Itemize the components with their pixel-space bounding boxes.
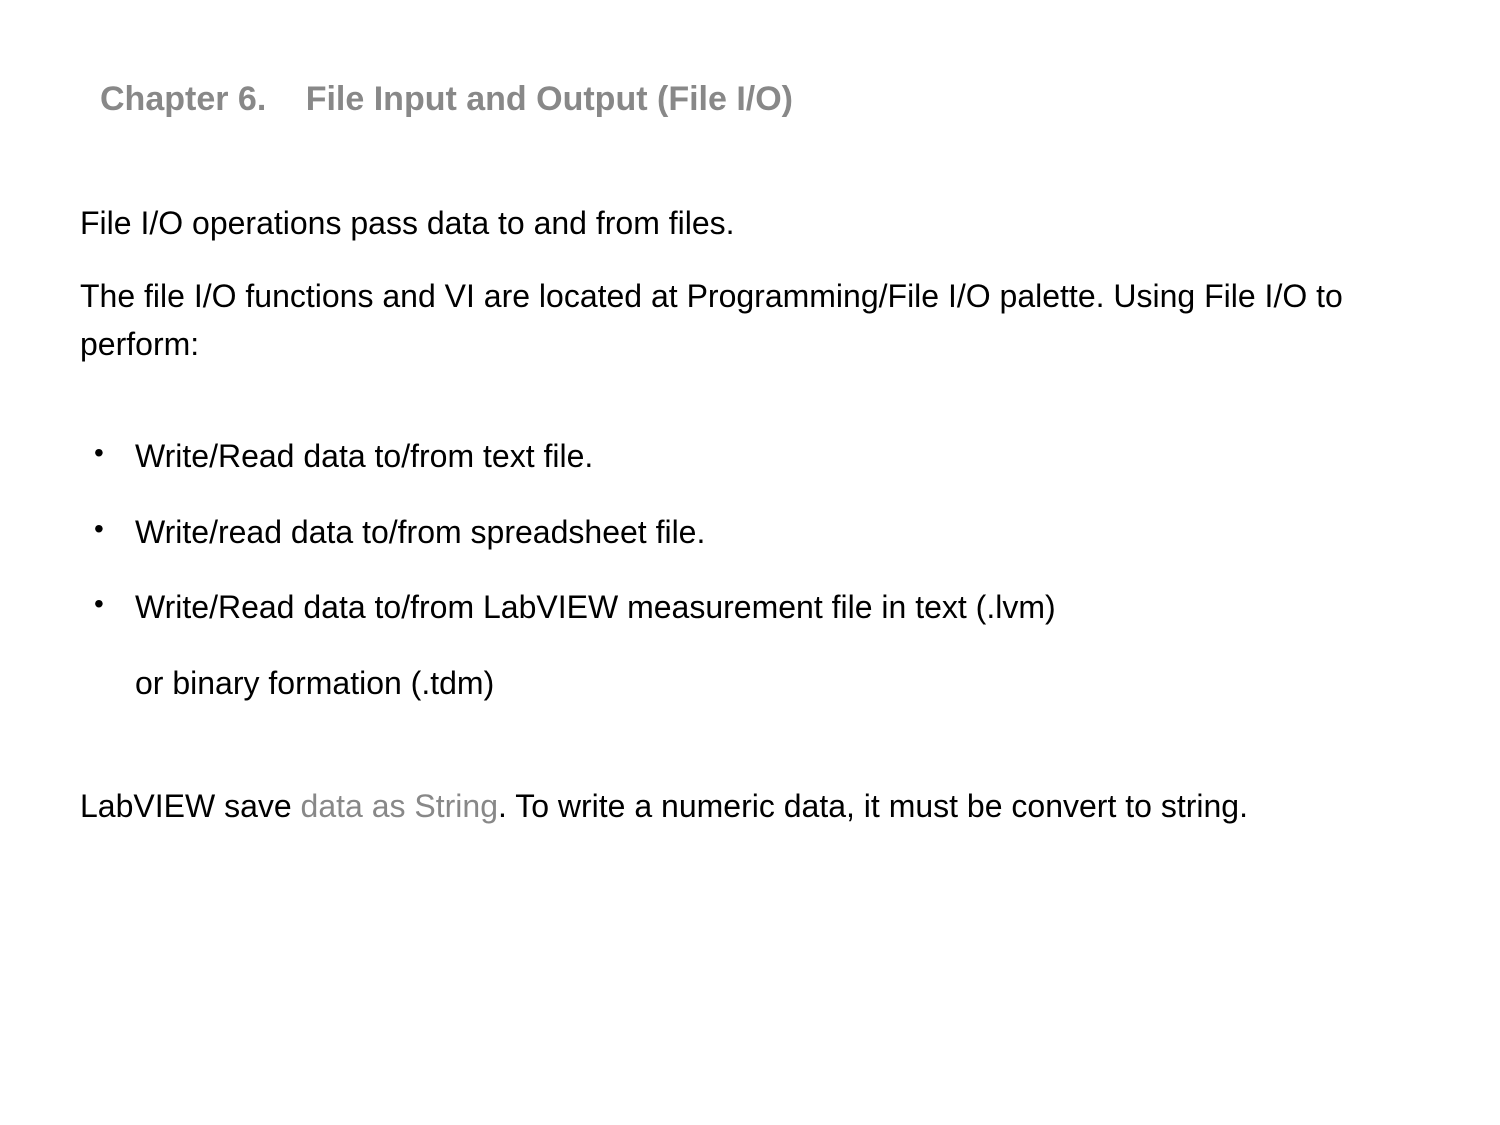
chapter-title: Chapter 6. File Input and Output (File I… (100, 80, 1420, 119)
bullet-list: Write/Read data to/from text file. Write… (80, 428, 1420, 712)
chapter-name: File Input and Output (File I/O) (306, 80, 793, 118)
bullet-item-2: Write/read data to/from spreadsheet file… (80, 504, 1420, 562)
chapter-number: Chapter 6. (100, 80, 266, 119)
closing-paragraph: LabVIEW save data as String. To write a … (80, 782, 1420, 830)
intro-paragraph-2: The file I/O functions and VI are locate… (80, 272, 1420, 368)
closing-part-3: . To write a numeric data, it must be co… (498, 788, 1248, 824)
bullet-item-1: Write/Read data to/from text file. (80, 428, 1420, 486)
closing-gray-text: data as String (301, 788, 498, 824)
bullet-item-3: Write/Read data to/from LabVIEW measurem… (80, 579, 1420, 637)
bullet-item-3-continuation: or binary formation (.tdm) (80, 655, 1420, 713)
intro-paragraph-1: File I/O operations pass data to and fro… (80, 199, 1420, 247)
closing-part-1: LabVIEW save (80, 788, 301, 824)
